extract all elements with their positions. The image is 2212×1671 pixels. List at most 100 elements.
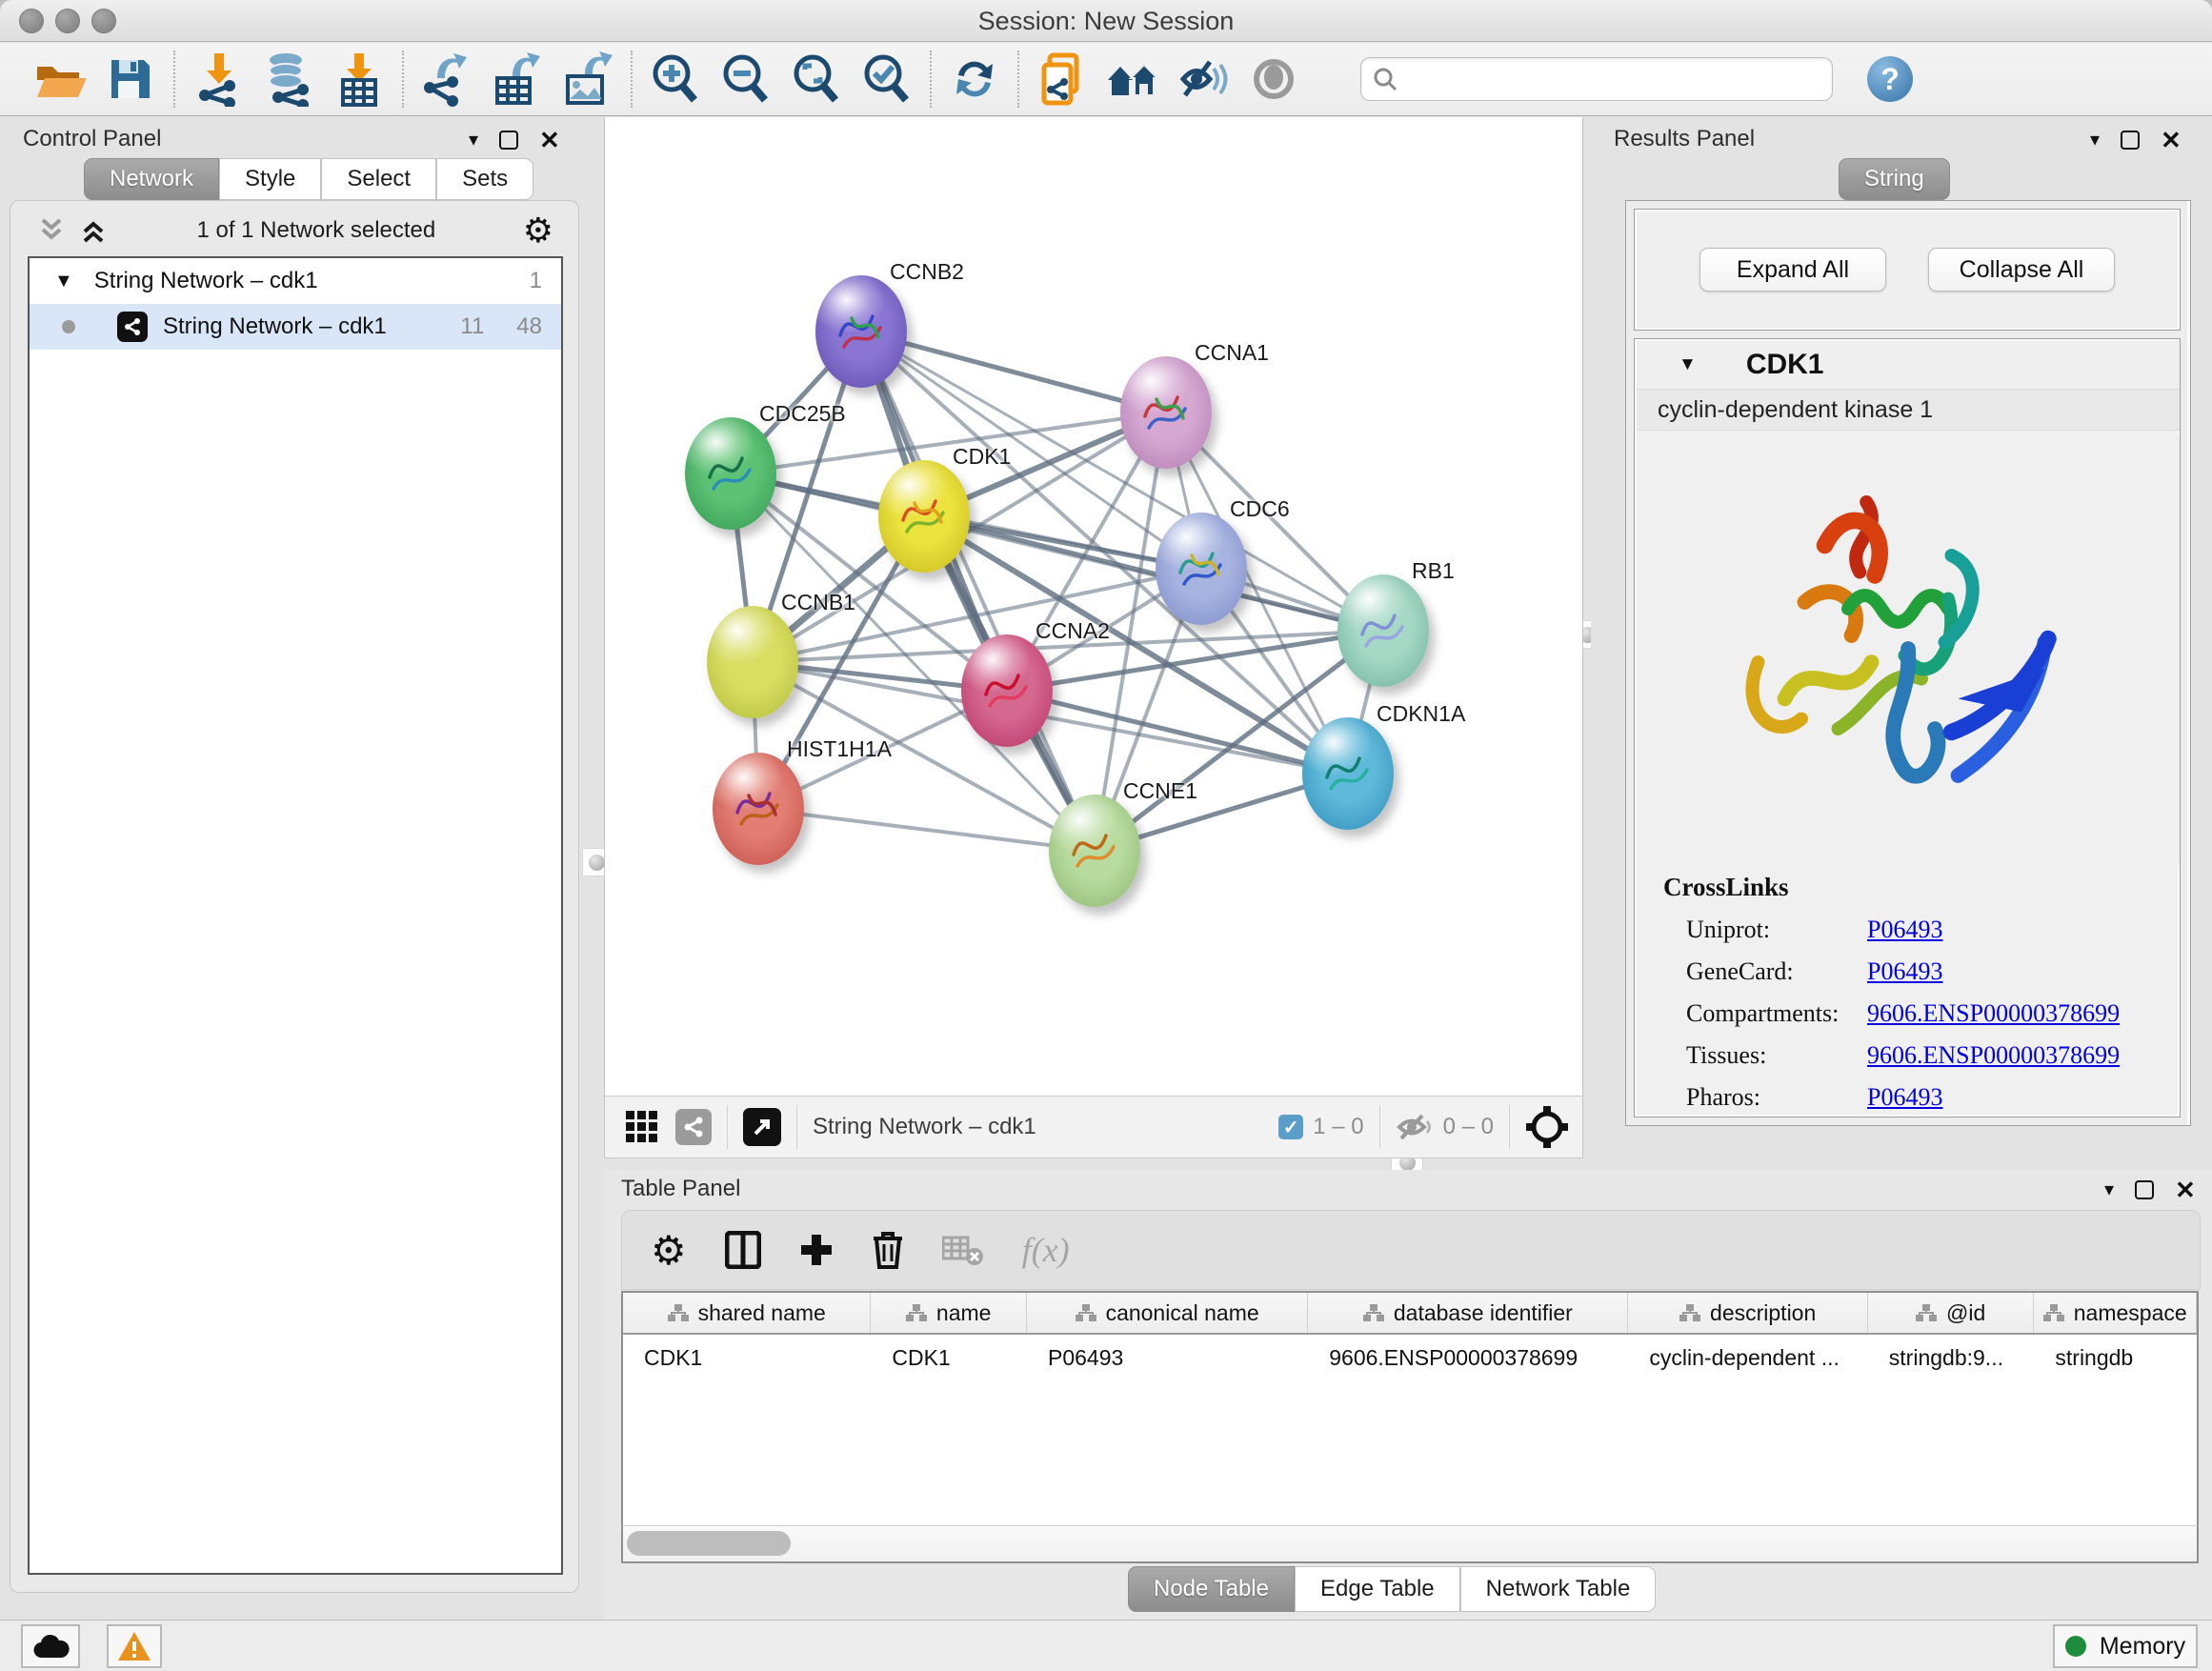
column-header-canonicalname[interactable]: canonical name: [1027, 1293, 1308, 1333]
crosslink-link[interactable]: P06493: [1867, 1083, 1942, 1112]
node-RB1[interactable]: [1337, 574, 1429, 687]
tab-network[interactable]: Network: [84, 158, 219, 200]
selected-checkbox-icon[interactable]: ✓: [1278, 1115, 1303, 1139]
float-panel-icon[interactable]: [2135, 1180, 2154, 1199]
float-panel-icon[interactable]: [2121, 131, 2140, 150]
help-icon[interactable]: ?: [1867, 56, 1913, 102]
table-row[interactable]: CDK1CDK1P064939606.ENSP00000378699cyclin…: [623, 1337, 2197, 1379]
cloud-status-button[interactable]: [21, 1624, 80, 1668]
close-panel-icon[interactable]: ✕: [2161, 131, 2182, 150]
node-CDC6[interactable]: [1156, 513, 1247, 625]
panel-menu-icon[interactable]: ▾: [2104, 1178, 2114, 1201]
crosslink-link[interactable]: 9606.ENSP00000378699: [1867, 999, 2120, 1028]
panel-menu-icon[interactable]: ▾: [469, 128, 478, 151]
table-cell[interactable]: P06493: [1027, 1337, 1308, 1379]
search-field[interactable]: [1360, 57, 1833, 101]
refresh-view-icon[interactable]: [939, 49, 1010, 110]
toolbar-separator: [727, 1105, 728, 1149]
node-CDKN1A[interactable]: [1302, 717, 1394, 830]
collapse-all-button[interactable]: Collapse All: [1928, 248, 2115, 292]
float-panel-icon[interactable]: [499, 131, 518, 150]
tree-expander-icon[interactable]: ▼: [54, 271, 73, 292]
memory-button[interactable]: Memory: [2053, 1624, 2198, 1668]
save-session-icon[interactable]: [95, 49, 166, 110]
open-session-icon[interactable]: [25, 49, 95, 110]
node-CCNA1[interactable]: [1120, 356, 1212, 469]
export-network-icon[interactable]: [412, 49, 482, 110]
show-home-icon[interactable]: [1097, 49, 1168, 110]
network-row[interactable]: String Network – cdk1 11 48: [30, 304, 561, 350]
crosslink-link[interactable]: 9606.ENSP00000378699: [1867, 1041, 2120, 1070]
network-from-selection-icon[interactable]: [1027, 49, 1097, 110]
show-columns-icon[interactable]: [725, 1231, 761, 1269]
protein-card-header[interactable]: ▼ CDK1: [1637, 341, 2180, 389]
import-table-icon[interactable]: [324, 49, 394, 110]
table-horizontal-scrollbar[interactable]: [621, 1525, 2199, 1563]
panel-menu-icon[interactable]: ▾: [2090, 128, 2100, 151]
search-icon: [1373, 67, 1398, 91]
crosslinks-section: CrossLinks Uniprot:P06493GeneCard:P06493…: [1637, 865, 2180, 1112]
zoom-fit-icon[interactable]: [781, 49, 852, 110]
column-header-id[interactable]: @id: [1868, 1293, 2035, 1333]
table-options-gear-icon[interactable]: ⚙: [651, 1227, 687, 1274]
column-header-sharedname[interactable]: shared name: [623, 1293, 871, 1333]
column-header-namespace[interactable]: namespace: [2034, 1293, 2197, 1333]
network-canvas[interactable]: CCNB2CCNA1CDC25BCDK1CDC6RB1CCNB1CCNA2CDK…: [604, 117, 1583, 1096]
tab-string[interactable]: String: [1839, 158, 1950, 200]
import-network-icon[interactable]: [183, 49, 253, 110]
node-CCNB2[interactable]: [815, 275, 907, 388]
node-CDC25B[interactable]: [685, 417, 776, 530]
column-header-name[interactable]: name: [871, 1293, 1027, 1333]
zoom-selected-icon[interactable]: [852, 49, 922, 110]
expand-all-button[interactable]: Expand All: [1699, 248, 1886, 292]
tab-style[interactable]: Style: [219, 158, 321, 200]
table-cell[interactable]: stringdb: [2034, 1337, 2197, 1379]
warnings-button[interactable]: [107, 1624, 162, 1668]
tab-sets[interactable]: Sets: [436, 158, 533, 200]
control-panel-title: Control Panel: [23, 126, 161, 152]
edge-CCNE1-HIST1H1A[interactable]: [758, 809, 1095, 851]
tab-select[interactable]: Select: [321, 158, 436, 200]
collapse-all-icon[interactable]: [35, 216, 68, 245]
network-options-gear-icon[interactable]: ⚙: [523, 211, 553, 251]
column-header-description[interactable]: description: [1628, 1293, 1867, 1333]
table-cell[interactable]: CDK1: [623, 1337, 871, 1379]
close-panel-icon[interactable]: ✕: [2175, 1180, 2196, 1199]
create-column-icon[interactable]: [799, 1233, 834, 1267]
table-cell[interactable]: 9606.ENSP00000378699: [1308, 1337, 1628, 1379]
crosslink-link[interactable]: P06493: [1867, 957, 1942, 986]
node-CCNB1[interactable]: [707, 606, 798, 718]
network-collection-row[interactable]: ▼ String Network – cdk1 1: [30, 258, 561, 304]
column-header-databaseidentifier[interactable]: database identifier: [1308, 1293, 1628, 1333]
zoom-in-icon[interactable]: [640, 49, 711, 110]
node-CCNA2[interactable]: [961, 634, 1053, 747]
tab-node-table[interactable]: Node Table: [1128, 1566, 1295, 1612]
close-panel-icon[interactable]: ✕: [539, 131, 560, 150]
collapse-card-icon[interactable]: ▼: [1679, 354, 1697, 375]
fit-selected-crosshair-icon[interactable]: [1525, 1105, 1569, 1149]
node-CDK1[interactable]: [878, 460, 970, 573]
export-image-icon[interactable]: [553, 49, 623, 110]
zoom-out-icon[interactable]: [711, 49, 781, 110]
tab-edge-table[interactable]: Edge Table: [1295, 1566, 1460, 1612]
hide-panels-icon[interactable]: [1168, 49, 1238, 110]
import-database-icon[interactable]: [253, 49, 324, 110]
network-overview-icon[interactable]: [675, 1109, 712, 1145]
table-cell[interactable]: stringdb:9...: [1868, 1337, 2035, 1379]
detach-view-icon[interactable]: [743, 1108, 781, 1146]
delete-column-icon[interactable]: [872, 1231, 904, 1269]
node-HIST1H1A[interactable]: [713, 753, 804, 865]
scrollbar-thumb[interactable]: [627, 1531, 791, 1556]
export-table-icon[interactable]: [482, 49, 553, 110]
table-cell[interactable]: cyclin-dependent ...: [1628, 1337, 1867, 1379]
expand-all-icon[interactable]: [77, 216, 110, 245]
edge-CCNB2-CCNE1[interactable]: [861, 332, 1095, 851]
crosslink-link[interactable]: P06493: [1867, 916, 1942, 944]
preview-mode-icon[interactable]: [1238, 49, 1309, 110]
search-input[interactable]: [1405, 67, 1815, 91]
table-header-row: shared namenamecanonical namedatabase id…: [623, 1293, 2197, 1335]
node-CCNE1[interactable]: [1049, 795, 1140, 907]
grid-view-icon[interactable]: [626, 1111, 658, 1143]
tab-network-table[interactable]: Network Table: [1460, 1566, 1657, 1612]
table-cell[interactable]: CDK1: [871, 1337, 1027, 1379]
